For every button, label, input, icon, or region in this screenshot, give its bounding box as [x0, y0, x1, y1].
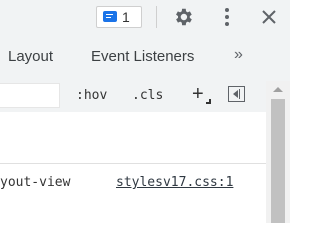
gear-icon[interactable]: [172, 6, 194, 28]
new-rule-menu-corner-icon: [206, 99, 211, 104]
toolbar-divider: [156, 6, 157, 28]
kebab-menu-icon[interactable]: [225, 8, 229, 26]
more-tabs-button[interactable]: »: [234, 46, 243, 64]
rule-source-link[interactable]: stylesv17.css:1: [116, 175, 233, 190]
scroll-up-arrow-icon[interactable]: [273, 87, 283, 92]
sidebar-tab-strip: Layout Event Listeners »: [0, 34, 290, 82]
devtools-main-toolbar: 1: [0, 0, 290, 35]
close-icon[interactable]: [260, 8, 278, 26]
rule-divider: [0, 163, 266, 164]
issues-icon: [103, 11, 117, 22]
styles-filter-input[interactable]: [0, 83, 60, 108]
vertical-scrollbar[interactable]: [266, 81, 290, 223]
tab-layout[interactable]: Layout: [8, 48, 53, 65]
rule-selector: yout-view: [0, 175, 71, 190]
tab-event-listeners[interactable]: Event Listeners: [91, 48, 194, 65]
scrollbar-thumb[interactable]: [271, 99, 285, 223]
styles-pane: yout-view stylesv17.css:1: [0, 112, 266, 223]
new-style-rule-button[interactable]: +: [192, 83, 204, 106]
class-toggle[interactable]: .cls: [132, 88, 163, 103]
issues-count: 1: [122, 9, 130, 25]
styles-toolbar: :hov .cls +: [0, 81, 290, 113]
toggle-computed-sidebar-icon[interactable]: [228, 86, 245, 102]
issues-button[interactable]: 1: [96, 6, 142, 28]
hover-state-toggle[interactable]: :hov: [76, 88, 107, 103]
